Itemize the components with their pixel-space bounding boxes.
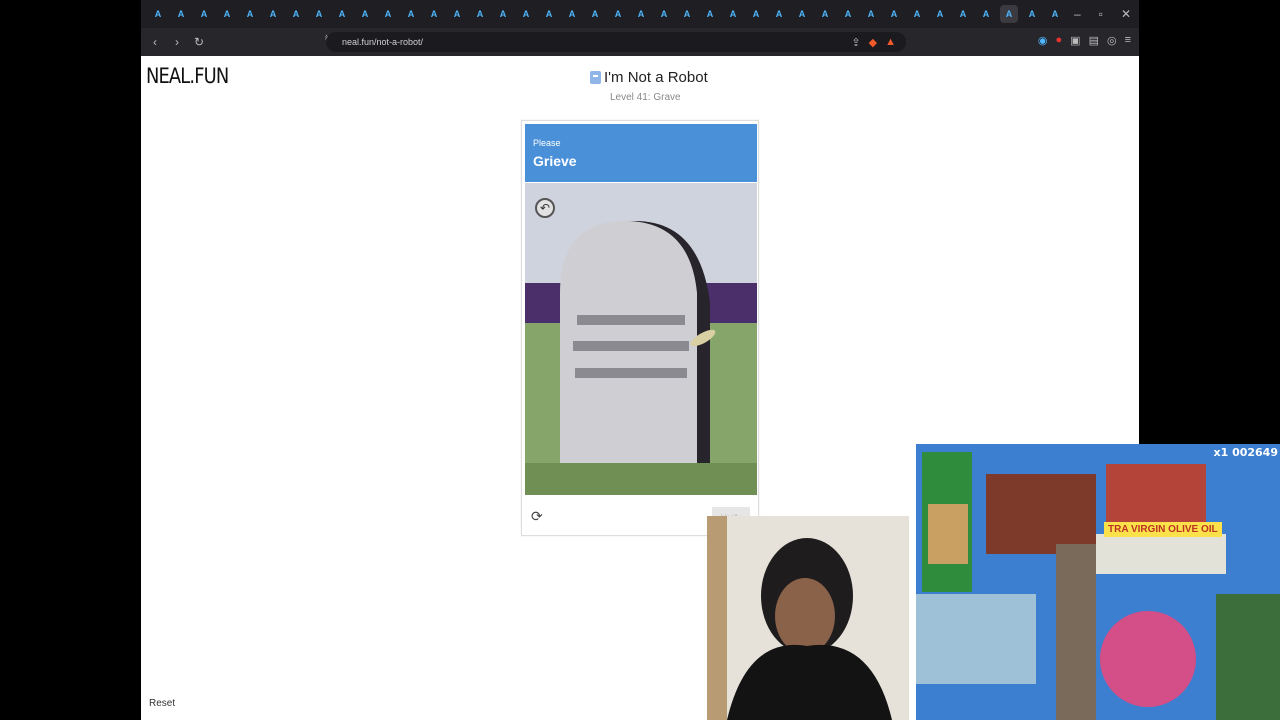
browser-tab[interactable]: A bbox=[448, 5, 466, 23]
game-score: x1 002649 bbox=[1213, 446, 1278, 459]
browser-tab[interactable]: A bbox=[885, 5, 903, 23]
grave-scene[interactable]: ↶ bbox=[525, 183, 757, 495]
browser-tab[interactable]: A bbox=[931, 5, 949, 23]
browser-tab[interactable]: A bbox=[747, 5, 765, 23]
browser-tab[interactable]: A bbox=[862, 5, 880, 23]
browser-tab[interactable]: A bbox=[839, 5, 857, 23]
window-controls: – ▫ ✕ bbox=[1074, 7, 1139, 21]
browser-tab[interactable]: A bbox=[241, 5, 259, 23]
browser-tab[interactable]: A bbox=[770, 5, 788, 23]
site-logo[interactable]: NEAL.FUN bbox=[146, 64, 229, 88]
browser-tab[interactable]: A bbox=[563, 5, 581, 23]
level-subtitle: Level 41: Grave bbox=[610, 92, 681, 103]
gameplay-image bbox=[916, 444, 1280, 720]
captcha-header: Please Grieve bbox=[525, 124, 757, 182]
robot-icon bbox=[590, 71, 601, 84]
page-title: I'm Not a Robot bbox=[590, 69, 790, 86]
share-icon[interactable]: ⇪ bbox=[851, 36, 860, 49]
browser-tab[interactable]: A bbox=[908, 5, 926, 23]
truck-sign: TRA VIRGIN OLIVE OIL bbox=[1104, 522, 1222, 537]
browser-tab[interactable]: A bbox=[954, 5, 972, 23]
browser-tab[interactable]: A bbox=[379, 5, 397, 23]
browser-tab[interactable]: A bbox=[402, 5, 420, 23]
puzzle-icon[interactable]: ▣ bbox=[1070, 34, 1080, 47]
browser-tab[interactable]: A bbox=[310, 5, 328, 23]
refresh-icon[interactable]: ⟳ bbox=[531, 508, 543, 525]
page-title-text: I'm Not a Robot bbox=[604, 69, 708, 86]
browser-tab[interactable]: A bbox=[264, 5, 282, 23]
captcha-prompt-small: Please bbox=[533, 138, 561, 148]
forward-icon[interactable]: › bbox=[169, 35, 185, 49]
browser-toolbar: ‹ › ↻ 🔖︎ neal.fun/not-a-robot/ ⇪ ◆ ▲ ◉ ●… bbox=[141, 28, 1139, 56]
browser-tab[interactable]: A bbox=[172, 5, 190, 23]
rewards-icon[interactable]: ▲ bbox=[885, 36, 896, 49]
webcam-image bbox=[707, 516, 909, 720]
record-icon[interactable]: ● bbox=[1056, 34, 1063, 47]
browser-tab[interactable]: A bbox=[586, 5, 604, 23]
shield-icon[interactable]: ◆ bbox=[869, 36, 877, 49]
browser-tab[interactable]: A bbox=[1023, 5, 1041, 23]
grave-illustration bbox=[525, 183, 757, 495]
extensions-bar: ◉ ● ▣ ▤ ◎ ≡ bbox=[1038, 34, 1131, 47]
browser-tab[interactable]: A bbox=[287, 5, 305, 23]
browser-tab[interactable]: A bbox=[655, 5, 673, 23]
address-bar[interactable]: neal.fun/not-a-robot/ ⇪ ◆ ▲ bbox=[326, 32, 906, 52]
wallet-icon[interactable]: ◎ bbox=[1107, 34, 1117, 47]
captcha-card: Please Grieve ↶ ⟳ bbox=[521, 120, 759, 536]
reset-button[interactable]: Reset bbox=[149, 698, 175, 709]
reload-icon[interactable]: ↻ bbox=[191, 35, 207, 49]
url-text: neal.fun/not-a-robot/ bbox=[342, 37, 424, 47]
browser-tab[interactable]: A bbox=[425, 5, 443, 23]
captcha-prompt-word: Grieve bbox=[533, 153, 577, 169]
webcam-overlay bbox=[707, 516, 909, 720]
gameplay-overlay: x1 002649 TRA VIRGIN OLIVE OIL bbox=[916, 444, 1280, 720]
browser-tab[interactable]: A bbox=[724, 5, 742, 23]
tab-bar: AAAAAAAAAAAAAAAAAAAAAAAAAAAAAAAAAAAAAAAA… bbox=[141, 0, 1139, 28]
menu-icon[interactable]: ≡ bbox=[1125, 34, 1131, 47]
browser-tab[interactable]: A bbox=[1046, 5, 1064, 23]
browser-tab[interactable]: A bbox=[471, 5, 489, 23]
browser-tab[interactable]: A bbox=[678, 5, 696, 23]
extension-icon[interactable]: ◉ bbox=[1038, 34, 1048, 47]
sidebar-icon[interactable]: ▤ bbox=[1089, 34, 1099, 47]
browser-tab[interactable]: A bbox=[356, 5, 374, 23]
page-header: I'm Not a Robot Level 41: Grave bbox=[590, 69, 790, 103]
browser-tab[interactable]: A bbox=[517, 5, 535, 23]
back-icon[interactable]: ‹ bbox=[147, 35, 163, 49]
close-icon[interactable]: ✕ bbox=[1121, 7, 1131, 21]
browser-tab[interactable]: A bbox=[494, 5, 512, 23]
browser-tab[interactable]: A bbox=[333, 5, 351, 23]
browser-tab[interactable]: A bbox=[816, 5, 834, 23]
browser-tab[interactable]: A bbox=[540, 5, 558, 23]
browser-tab[interactable]: A bbox=[632, 5, 650, 23]
browser-tab[interactable]: A bbox=[195, 5, 213, 23]
minimize-icon[interactable]: – bbox=[1074, 7, 1081, 21]
browser-tab[interactable]: A bbox=[793, 5, 811, 23]
browser-tab[interactable]: A bbox=[977, 5, 995, 23]
browser-tab[interactable]: A bbox=[1000, 5, 1018, 23]
browser-tab[interactable]: A bbox=[609, 5, 627, 23]
browser-tab[interactable]: A bbox=[149, 5, 167, 23]
undo-icon[interactable]: ↶ bbox=[535, 198, 555, 218]
maximize-icon[interactable]: ▫ bbox=[1099, 7, 1103, 21]
browser-tab[interactable]: A bbox=[701, 5, 719, 23]
browser-tab[interactable]: A bbox=[218, 5, 236, 23]
tab-list: AAAAAAAAAAAAAAAAAAAAAAAAAAAAAAAAAAAAAAAA bbox=[141, 5, 1064, 23]
